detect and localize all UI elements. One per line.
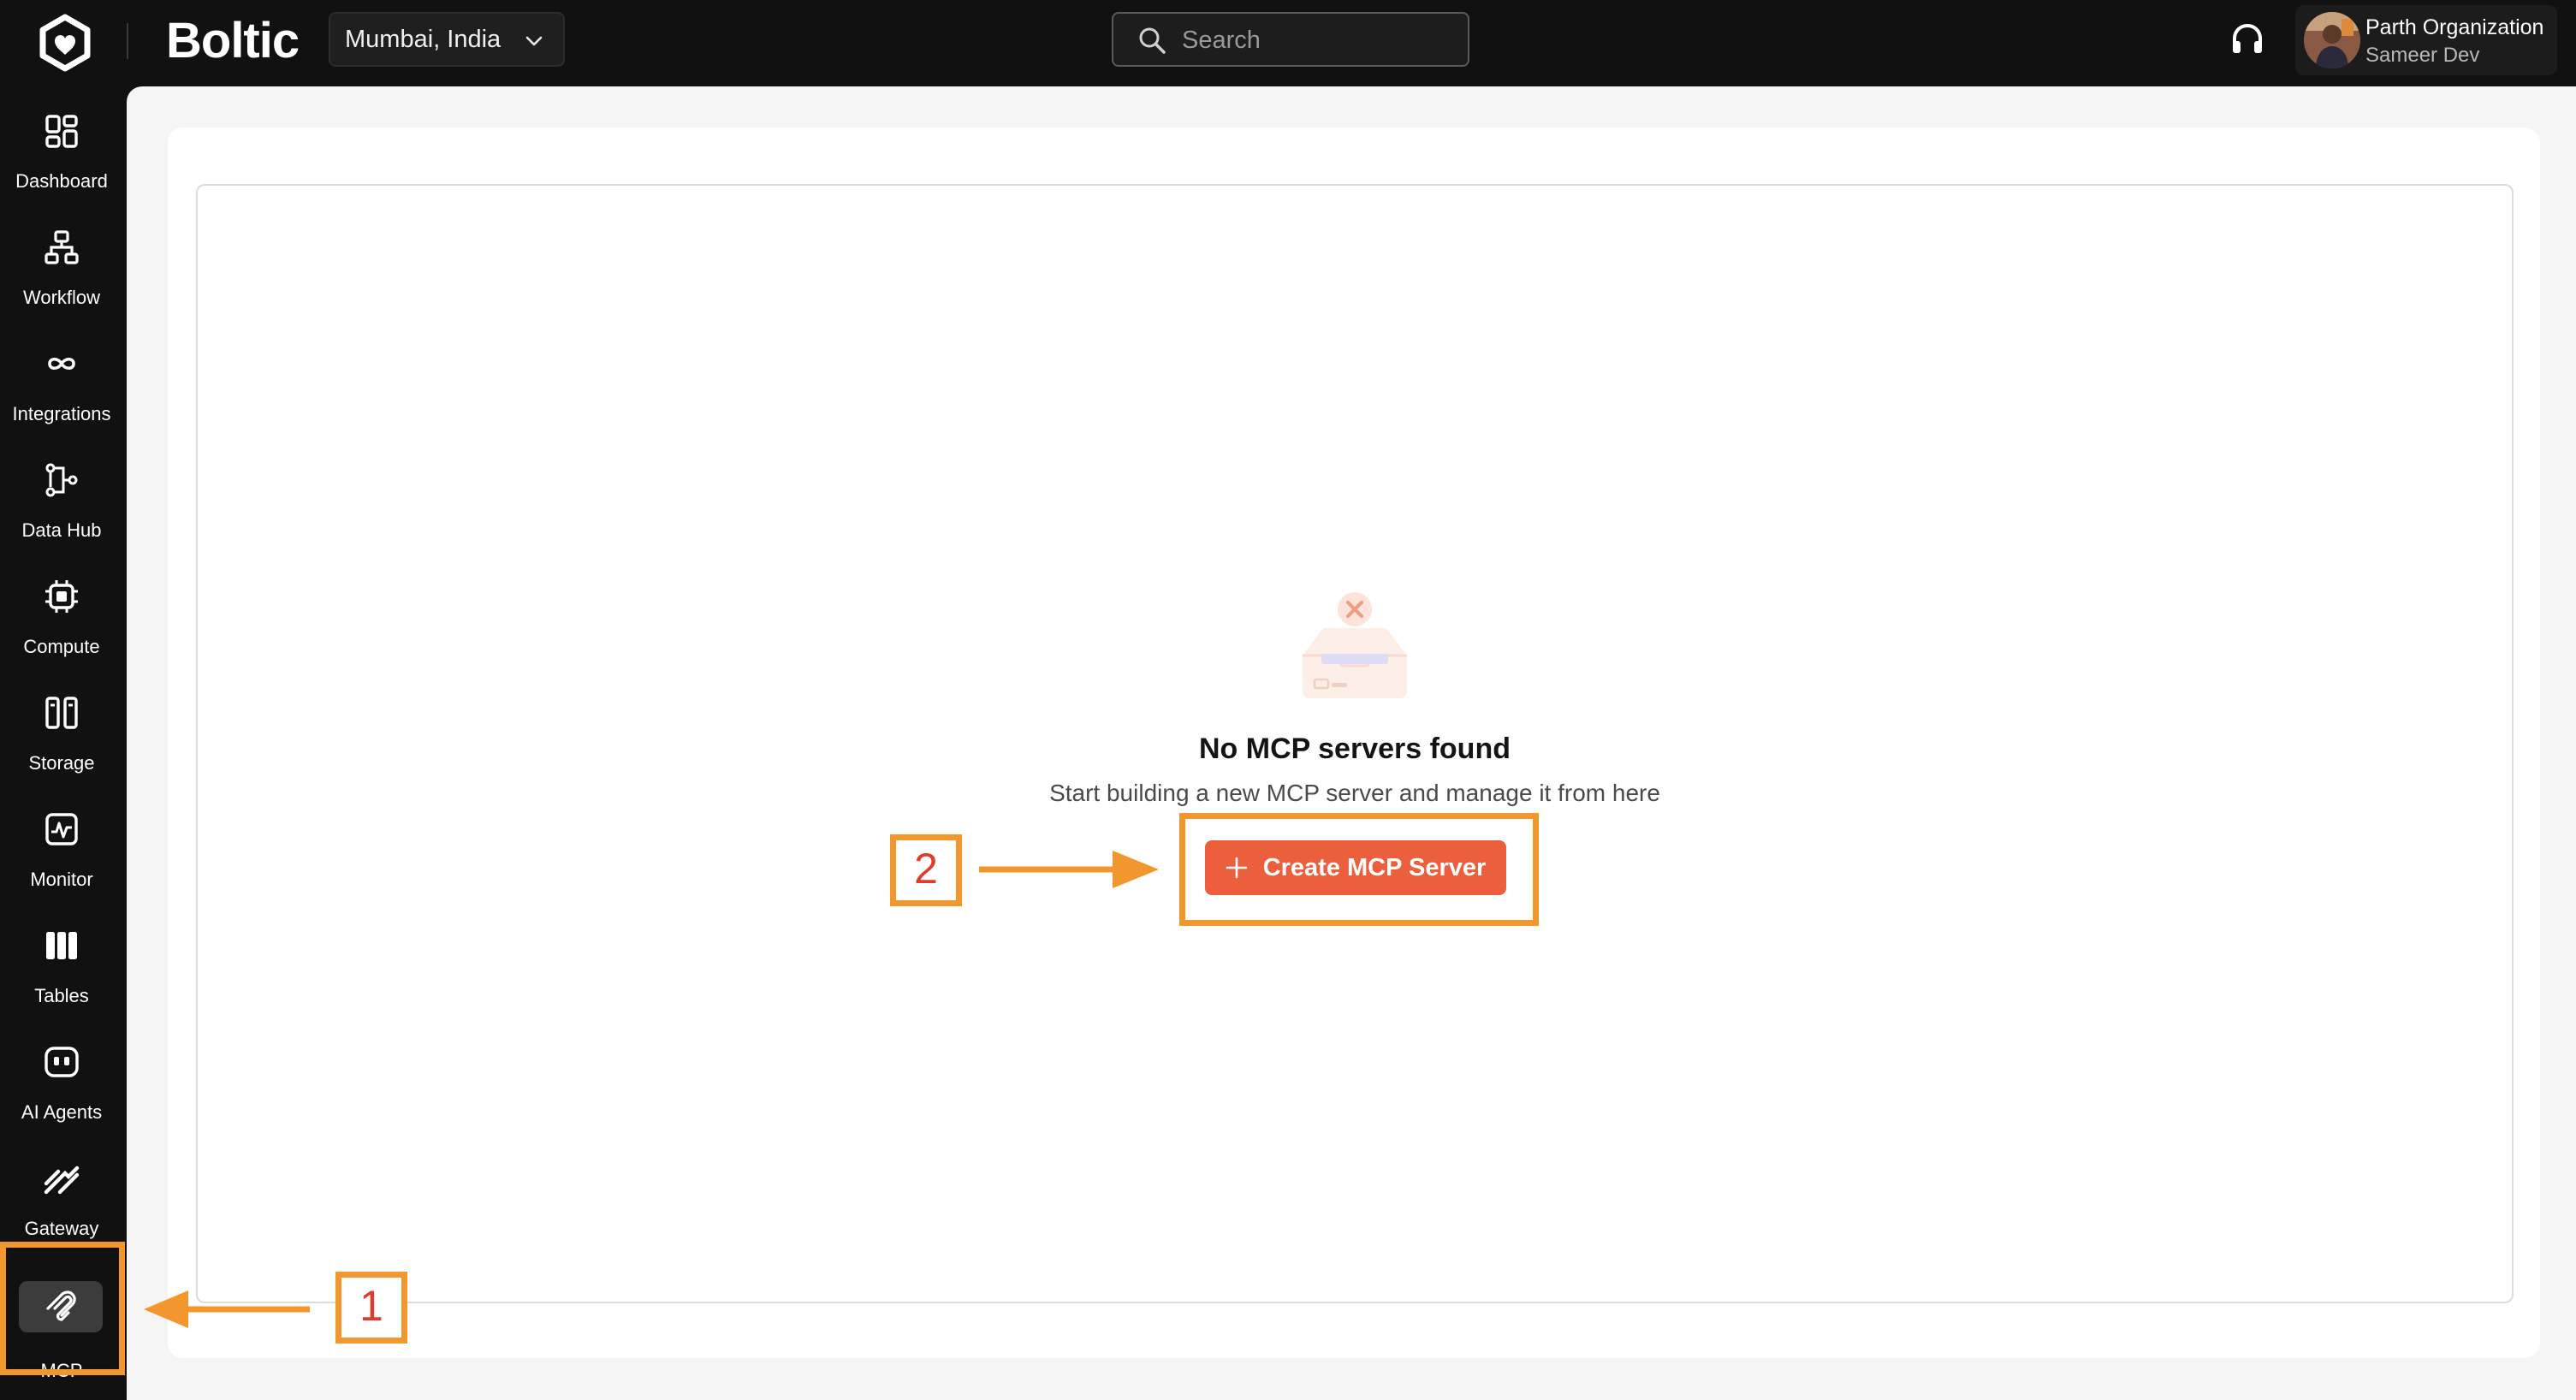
top-bar: Boltic Mumbai, India Search Parth Organi… <box>0 0 2576 86</box>
boltic-logo-icon[interactable] <box>34 12 96 74</box>
sidebar-item-label: AI Agents <box>21 1101 103 1123</box>
sidebar-item-storage[interactable]: Storage <box>0 668 127 780</box>
sidebar-item-label: Compute <box>23 636 100 657</box>
data-hub-icon <box>45 463 78 497</box>
storage-icon <box>45 697 78 729</box>
sidebar-item-monitor[interactable]: Monitor <box>0 785 127 896</box>
sidebar-item-compute[interactable]: Compute <box>0 552 127 663</box>
account-organization: Parth Organization <box>2365 15 2544 39</box>
sidebar-item-tables[interactable]: Tables <box>0 901 127 1012</box>
brand-name: Boltic <box>166 13 300 68</box>
sidebar-item-ai-agents[interactable]: AI Agents <box>0 1017 127 1129</box>
empty-state-subtitle: Start building a new MCP server and mana… <box>1049 780 1660 806</box>
sidebar-item-label: Data Hub <box>21 519 102 541</box>
sidebar-item-label: Dashboard <box>15 170 108 192</box>
ai-agent-bot-icon <box>45 1047 79 1077</box>
sidebar-item-workflow[interactable]: Workflow <box>0 203 127 314</box>
empty-state-title: No MCP servers found <box>1198 733 1511 765</box>
avatar-image <box>2304 12 2360 68</box>
account-switcher[interactable]: Parth Organization Sameer Dev <box>2295 5 2557 75</box>
region-label: Mumbai, India <box>345 25 502 53</box>
logo-divider <box>127 23 128 59</box>
sidebar-item-label: Gateway <box>24 1218 99 1239</box>
monitor-pulse-icon <box>45 813 78 845</box>
sidebar-item-label: Tables <box>34 985 89 1006</box>
search-input[interactable] <box>1182 22 1456 58</box>
sidebar-item-label: Integrations <box>12 403 111 424</box>
dashboard-icon <box>45 115 78 148</box>
annotation-step-2: 2 <box>890 834 962 906</box>
sidebar-item-label: Workflow <box>22 287 101 308</box>
chevron-down-icon <box>525 36 543 46</box>
empty-inbox-icon <box>1303 592 1407 698</box>
annotation-step-1: 1 <box>335 1272 407 1344</box>
tables-icon <box>46 932 77 959</box>
sidebar: Dashboard Workflow Integrations Data Hub… <box>0 86 127 1400</box>
annotation-arrow-right-icon <box>979 851 1159 888</box>
avatar <box>2304 12 2360 68</box>
annotation-highlight-mcp-item <box>0 1242 125 1375</box>
search-box[interactable] <box>1112 12 1469 67</box>
app-window: Boltic Mumbai, India Search Parth Organi… <box>0 0 2576 1400</box>
search-icon <box>1139 27 1166 54</box>
account-user: Sameer Dev <box>2365 44 2480 67</box>
compute-chip-icon <box>45 580 78 613</box>
integrations-icon <box>48 357 75 371</box>
sidebar-item-integrations[interactable]: Integrations <box>0 319 127 430</box>
annotation-arrow-left-icon <box>144 1290 310 1328</box>
annotation-highlight-create-button <box>1179 813 1539 926</box>
sidebar-item-dashboard[interactable]: Dashboard <box>0 86 127 198</box>
sidebar-item-label: Monitor <box>30 869 93 890</box>
workflow-icon <box>45 230 79 264</box>
sidebar-item-label: Storage <box>28 752 95 774</box>
headset-support-icon[interactable] <box>2229 21 2266 58</box>
sidebar-item-data-hub[interactable]: Data Hub <box>0 436 127 547</box>
sidebar-item-gateway[interactable]: Gateway <box>0 1134 127 1245</box>
gateway-icon <box>44 1166 80 1195</box>
region-selector[interactable]: Mumbai, India <box>329 12 565 67</box>
